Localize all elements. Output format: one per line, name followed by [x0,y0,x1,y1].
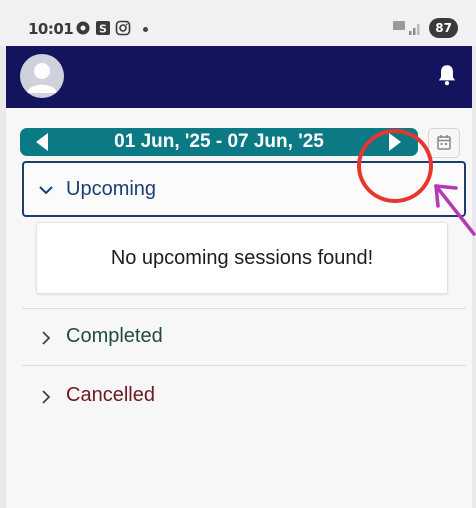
chevron-right-icon [389,133,401,151]
status-right: 87 [393,18,458,38]
completed-label: Completed [66,325,163,347]
notification-dot [143,27,148,32]
empty-sessions-card: No upcoming sessions found! [36,222,448,294]
section-divider [22,365,466,366]
chevron-right-icon [42,390,51,404]
cancelled-label: Cancelled [66,384,155,406]
signal-icon [393,21,420,35]
upcoming-label: Upcoming [66,178,157,200]
svg-text:S: S [99,23,107,36]
previous-week-button[interactable] [24,128,60,156]
status-bar: 10:01 S 87 [0,0,476,46]
next-week-button[interactable] [376,128,412,156]
instagram-icon [115,20,131,36]
upcoming-section-header[interactable]: Upcoming [22,161,466,217]
date-range-navigator: 01 Jun, '25 - 07 Jun, '25 [20,128,418,156]
bell-icon[interactable] [434,62,460,88]
completed-section-header[interactable]: Completed [22,311,466,363]
chevron-down-icon [39,186,53,195]
status-icons: S [75,20,131,36]
s-app-icon: S [96,21,110,36]
battery-indicator: 87 [429,18,458,38]
date-range-label: 01 Jun, '25 - 07 Jun, '25 [114,131,324,152]
section-divider [22,308,466,309]
cancelled-section-header[interactable]: Cancelled [22,370,466,422]
calendar-icon [437,135,451,150]
status-time: 10:01 [28,20,74,38]
user-avatar-icon[interactable] [20,54,64,98]
calendar-button[interactable] [428,128,460,158]
app-header [6,46,472,108]
chevron-left-icon [36,133,48,151]
sessions-panel: 01 Jun, '25 - 07 Jun, '25 Upcoming No up… [6,108,472,508]
empty-sessions-message: No upcoming sessions found! [110,247,374,269]
chevron-right-icon [42,331,51,345]
settings-status-icon [76,21,90,35]
